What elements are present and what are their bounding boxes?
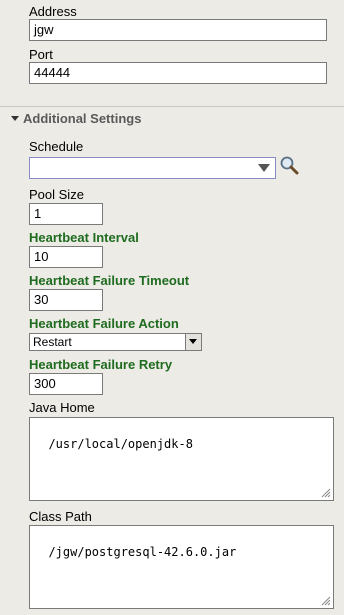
resize-grip-icon[interactable] xyxy=(319,486,331,498)
section-divider xyxy=(0,106,344,107)
class-path-textarea[interactable]: /jgw/postgresql-42.6.0.jar xyxy=(29,525,334,609)
heartbeat-interval-label: Heartbeat Interval xyxy=(29,230,139,245)
heartbeat-failure-timeout-input[interactable]: 30 xyxy=(29,289,103,311)
class-path-label: Class Path xyxy=(29,509,92,524)
heartbeat-failure-retry-input[interactable]: 300 xyxy=(29,373,103,395)
address-label: Address xyxy=(29,4,77,19)
heartbeat-failure-timeout-label: Heartbeat Failure Timeout xyxy=(29,273,190,288)
class-path-value: /jgw/postgresql-42.6.0.jar xyxy=(48,545,237,559)
port-input[interactable]: 44444 xyxy=(29,62,327,84)
chevron-down-icon[interactable] xyxy=(185,334,201,350)
java-home-textarea[interactable]: /usr/local/openjdk-8 xyxy=(29,417,334,501)
port-label: Port xyxy=(29,47,53,62)
schedule-select[interactable] xyxy=(29,157,276,179)
collapse-triangle-icon[interactable] xyxy=(11,116,19,121)
schedule-label: Schedule xyxy=(29,139,84,154)
chevron-down-icon[interactable] xyxy=(258,164,270,172)
heartbeat-failure-retry-label: Heartbeat Failure Retry xyxy=(29,357,173,372)
pool-size-input[interactable]: 1 xyxy=(29,203,103,225)
heartbeat-failure-action-label: Heartbeat Failure Action xyxy=(29,316,179,331)
heartbeat-failure-action-select[interactable]: Restart xyxy=(29,333,202,351)
heartbeat-failure-action-value: Restart xyxy=(33,335,72,349)
pool-size-label: Pool Size xyxy=(29,187,84,202)
resize-grip-icon[interactable] xyxy=(319,594,331,606)
search-icon[interactable] xyxy=(279,155,299,175)
java-home-value: /usr/local/openjdk-8 xyxy=(48,437,193,451)
additional-settings-heading[interactable]: Additional Settings xyxy=(23,111,141,126)
address-input[interactable]: jgw xyxy=(29,19,327,41)
heartbeat-interval-input[interactable]: 10 xyxy=(29,246,103,268)
java-home-label: Java Home xyxy=(29,400,95,415)
